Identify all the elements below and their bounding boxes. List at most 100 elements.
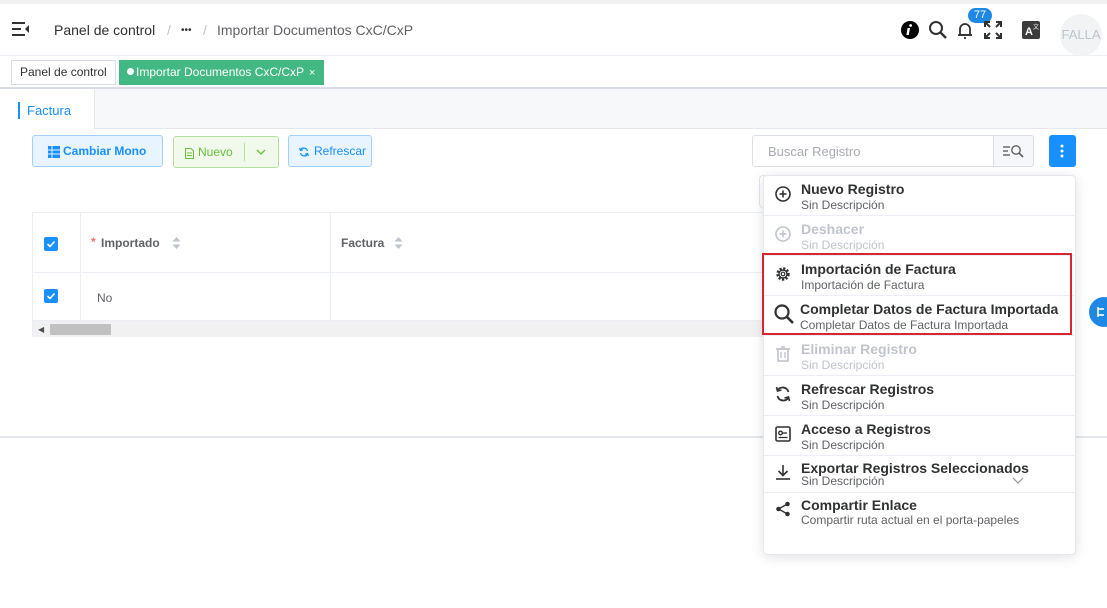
- column-label: Importado: [101, 236, 160, 250]
- info-icon[interactable]: [900, 20, 920, 40]
- search-list-icon: [1003, 145, 1024, 158]
- records-table: * Importado Factura No ◀: [32, 212, 769, 337]
- cell-factura[interactable]: [331, 273, 769, 320]
- trash-icon: [776, 346, 790, 362]
- sort-icon[interactable]: [172, 236, 181, 250]
- tag-importar-documentos[interactable]: Importar Documentos CxC/CxP ×: [119, 60, 325, 85]
- menu-item-compartir-enlace[interactable]: Compartir Enlace Compartir ruta actual e…: [764, 493, 1075, 533]
- tag-label: Importar Documentos CxC/CxP: [136, 65, 305, 79]
- tab-strip: Factura: [0, 89, 1107, 130]
- close-icon[interactable]: ×: [309, 67, 315, 79]
- menu-item-importacion-factura[interactable]: Importación de Factura Importación de Fa…: [764, 256, 1075, 296]
- menu-item-desc: Sin Descripción: [801, 358, 885, 372]
- breadcrumb-ellipsis[interactable]: •••: [181, 25, 192, 36]
- breadcrumb-current: Importar Documentos CxC/CxP: [217, 22, 414, 38]
- more-vertical-icon: [1060, 144, 1064, 158]
- sort-icon[interactable]: [394, 236, 403, 250]
- scroll-left-icon[interactable]: ◀: [38, 325, 44, 334]
- search-input[interactable]: [752, 135, 994, 167]
- tab-factura[interactable]: Factura: [0, 89, 95, 130]
- select-all-checkbox[interactable]: [44, 237, 58, 251]
- button-label: Refrescar: [314, 144, 367, 158]
- avatar[interactable]: FALLA: [1060, 14, 1102, 56]
- chevron-down-icon[interactable]: [256, 149, 266, 156]
- search-icon: [774, 304, 794, 324]
- menu-item-title: Completar Datos de Factura Importada: [800, 301, 1059, 317]
- share-icon: [776, 501, 790, 517]
- row-checkbox[interactable]: [44, 289, 58, 303]
- button-label: Nuevo: [198, 145, 233, 159]
- menu-item-eliminar-registro[interactable]: Eliminar Registro Sin Descripción: [764, 336, 1075, 376]
- menu-item-desc: Sin Descripción: [801, 474, 885, 488]
- refresh-icon: [775, 386, 791, 402]
- menu-item-title: Refrescar Registros: [801, 381, 935, 397]
- menu-item-title: Nuevo Registro: [801, 181, 905, 197]
- cambiar-mono-button[interactable]: Cambiar Mono: [32, 135, 163, 167]
- menu-item-exportar-registros[interactable]: Exportar Registros Seleccionados Sin Des…: [764, 456, 1075, 493]
- menu-item-desc: Sin Descripción: [801, 438, 885, 452]
- menu-item-title: Importación de Factura: [801, 261, 956, 277]
- column-header-factura[interactable]: Factura: [331, 213, 769, 273]
- menu-item-desc: Sin Descripción: [801, 198, 885, 212]
- more-actions-button[interactable]: [1049, 135, 1076, 167]
- breadcrumb-separator: /: [203, 22, 207, 38]
- top-navbar: Panel de control / ••• / Importar Docume…: [0, 0, 1107, 56]
- menu-fold-icon[interactable]: [12, 21, 30, 37]
- actions-dropdown-menu: Nuevo Registro Sin Descripción Deshacer …: [763, 175, 1076, 555]
- button-divider: [244, 143, 245, 161]
- required-asterisk: *: [91, 235, 96, 249]
- chevron-down-icon[interactable]: [1012, 477, 1024, 485]
- menu-item-desc: Completar Datos de Factura Importada: [800, 318, 1009, 332]
- svg-text:A: A: [1025, 26, 1033, 38]
- nuevo-button[interactable]: Nuevo: [173, 136, 279, 168]
- table-row[interactable]: [33, 273, 81, 320]
- menu-item-desc: Sin Descripción: [801, 238, 885, 252]
- menu-item-nuevo-registro[interactable]: Nuevo Registro Sin Descripción: [764, 176, 1075, 216]
- button-label: Cambiar Mono: [63, 144, 147, 158]
- gear-icon: [776, 267, 790, 281]
- bell-icon[interactable]: [955, 20, 975, 40]
- menu-item-deshacer[interactable]: Deshacer Sin Descripción: [764, 216, 1075, 256]
- translate-icon[interactable]: A 文: [1021, 20, 1041, 40]
- tree-icon: [1097, 307, 1104, 317]
- menu-item-title: Eliminar Registro: [801, 341, 917, 357]
- key-card-icon: [775, 426, 791, 442]
- advanced-search-button[interactable]: [993, 135, 1034, 167]
- horizontal-scrollbar[interactable]: ◀: [33, 320, 769, 337]
- menu-item-desc: Compartir ruta actual en el porta-papele…: [801, 513, 1020, 527]
- select-all-header: [33, 213, 81, 273]
- tab-label: Factura: [27, 103, 72, 118]
- cell-importado[interactable]: No: [81, 273, 331, 320]
- refrescar-button[interactable]: Refrescar: [288, 135, 372, 167]
- breadcrumb-home[interactable]: Panel de control: [54, 22, 155, 38]
- check-icon: [46, 240, 56, 248]
- svg-text:文: 文: [1033, 23, 1039, 31]
- menu-item-desc: Importación de Factura: [801, 278, 925, 292]
- plus-circle-icon: [775, 226, 791, 242]
- menu-item-refrescar-registros[interactable]: Refrescar Registros Sin Descripción: [764, 376, 1075, 416]
- menu-item-title: Deshacer: [801, 221, 865, 237]
- menu-item-desc: Sin Descripción: [801, 398, 885, 412]
- tag-label: Panel de control: [20, 65, 107, 79]
- active-dot-icon: [127, 68, 134, 75]
- table-icon: [48, 146, 60, 158]
- search-icon[interactable]: [928, 20, 948, 40]
- fullscreen-icon[interactable]: [983, 20, 1003, 40]
- check-icon: [46, 292, 56, 300]
- download-icon: [776, 465, 790, 480]
- column-header-importado[interactable]: * Importado: [81, 213, 331, 273]
- cell-value: No: [97, 291, 113, 305]
- menu-item-completar-datos[interactable]: Completar Datos de Factura Importada Com…: [764, 296, 1075, 336]
- breadcrumb-separator: /: [167, 22, 171, 38]
- tag-panel-de-control[interactable]: Panel de control: [11, 60, 116, 85]
- menu-item-title: Acceso a Registros: [801, 421, 931, 437]
- document-icon: [185, 148, 194, 159]
- scrollbar-thumb[interactable]: [50, 324, 111, 335]
- tags-view-bar: Panel de control Importar Documentos CxC…: [0, 56, 1107, 89]
- tab-active-indicator: [18, 102, 20, 119]
- menu-item-acceso-registros[interactable]: Acceso a Registros Sin Descripción: [764, 416, 1075, 456]
- column-label: Factura: [341, 236, 385, 250]
- plus-circle-icon: [775, 186, 791, 202]
- refresh-icon: [299, 147, 309, 157]
- menu-item-title: Compartir Enlace: [801, 497, 917, 513]
